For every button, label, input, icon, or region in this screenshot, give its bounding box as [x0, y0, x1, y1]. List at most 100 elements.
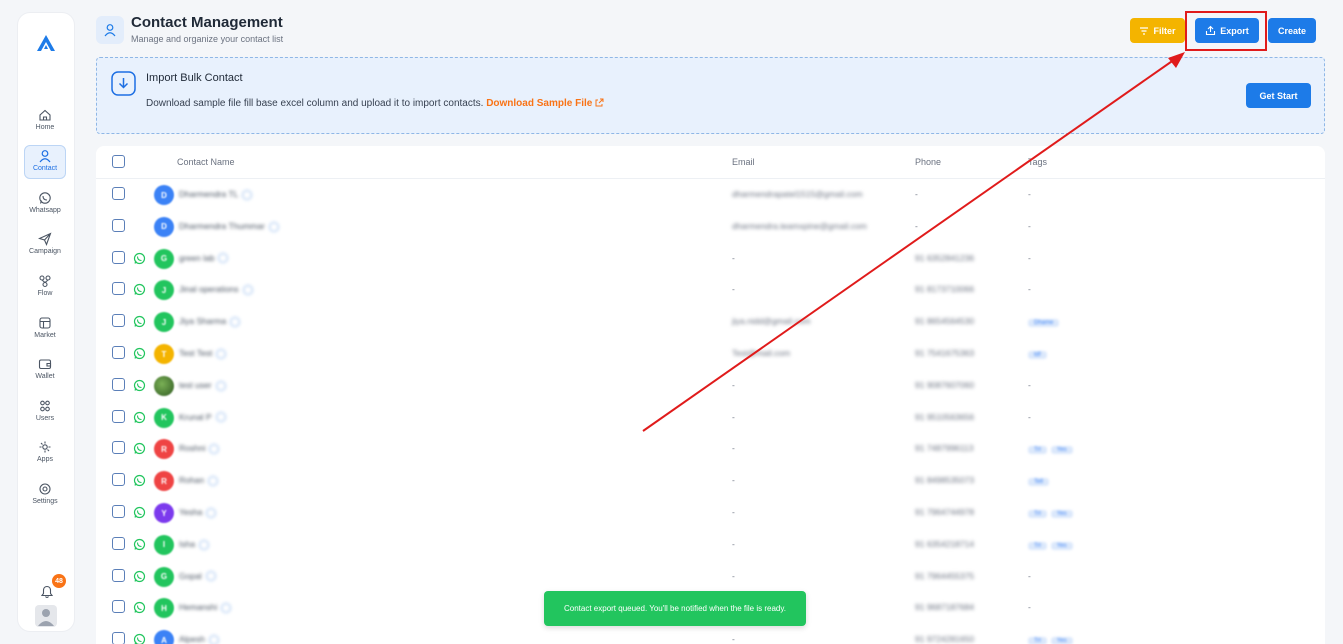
wallet-icon — [38, 359, 52, 370]
table-row[interactable]: D Dharmendra TL dharmendrapatel1515@gmail.… — [96, 179, 1325, 211]
contact-avatar — [154, 375, 174, 396]
contact-name[interactable]: green lab — [179, 253, 229, 264]
row-checkbox[interactable] — [112, 409, 125, 423]
contact-tags: - — [1028, 379, 1031, 390]
column-header-name: Contact Name — [177, 157, 235, 167]
table-row[interactable]: G Gopal - 91 7964455375 - — [96, 561, 1325, 593]
contact-name-text: Rohan — [179, 475, 205, 486]
contact-name[interactable]: Test Test — [179, 348, 227, 359]
row-checkbox[interactable] — [112, 314, 125, 328]
table-row[interactable]: J Jiya Sharma jiya.nidd@gmail.com 91 865456… — [96, 306, 1325, 338]
verified-icon — [268, 221, 279, 232]
verified-icon — [218, 253, 229, 264]
row-checkbox[interactable] — [112, 441, 125, 455]
column-header-email: Email — [732, 157, 755, 167]
contact-tags: Trl Yes — [1028, 539, 1077, 550]
table-row[interactable]: K Krunal P - 91 9510563656 - — [96, 402, 1325, 434]
contact-name-text: Test Test — [179, 348, 213, 358]
row-checkbox[interactable] — [112, 505, 125, 518]
notification-bell-icon[interactable] — [40, 585, 54, 599]
contact-name[interactable]: Gopal — [179, 571, 216, 582]
import-title: Import Bulk Contact — [146, 72, 243, 84]
contact-tags: - — [1028, 284, 1031, 295]
row-checkbox[interactable] — [112, 218, 125, 232]
row-checkbox[interactable] — [112, 568, 125, 582]
sidebar-item-contact[interactable]: Contact — [24, 145, 66, 179]
row-checkbox[interactable] — [112, 632, 125, 644]
contact-phone: 91 9724281650 — [915, 634, 975, 644]
table-row[interactable]: R Roshni - 91 7487996113 Trl Yes — [96, 433, 1325, 465]
sidebar-item-market[interactable]: Market — [24, 313, 66, 347]
create-button[interactable]: Create — [1268, 18, 1316, 43]
app-logo-icon[interactable] — [37, 35, 55, 51]
contact-tags: Trl Yes — [1028, 634, 1077, 644]
users-icon — [40, 400, 50, 412]
table-row[interactable]: test user - 91 9087607060 - — [96, 370, 1325, 402]
contact-header-icon — [96, 16, 124, 44]
whatsapp-icon — [133, 602, 146, 614]
sidebar-item-wallet[interactable]: Wallet — [24, 354, 66, 388]
verified-icon — [215, 412, 226, 423]
export-highlight-box — [1185, 11, 1267, 51]
row-checkbox[interactable] — [112, 282, 125, 296]
row-checkbox[interactable] — [112, 377, 125, 391]
row-checkbox[interactable] — [112, 536, 125, 550]
table-row[interactable]: J Jinal operations - 91 8173710066 - — [96, 274, 1325, 306]
contact-phone: 91 7964744978 — [915, 507, 975, 517]
page-title: Contact Management — [131, 14, 283, 31]
table-row[interactable]: Y Yesha - 91 7964744978 Trl Yes — [96, 497, 1325, 529]
sidebar-item-flow[interactable]: Flow — [24, 271, 66, 305]
table-row[interactable]: D Dharmendra Thummar dharmendra.teamxpine@… — [96, 211, 1325, 243]
contact-phone: 91 6354218714 — [915, 538, 975, 549]
whatsapp-icon — [133, 411, 146, 423]
contact-avatar: D — [154, 216, 174, 237]
contact-name[interactable]: Dharmendra TL — [179, 189, 253, 200]
table-row[interactable]: Ggreen lab - 91 6352841236 - — [96, 243, 1325, 275]
contact-phone: 91 8654564530 — [915, 316, 975, 327]
contact-name[interactable]: Alpesh — [179, 634, 219, 644]
export-toast: Contact export queued. You'll be notifie… — [544, 591, 806, 626]
contact-name[interactable]: Dharmendra Thummar — [179, 221, 279, 232]
table-row[interactable]: R Rohan - 91 8498535073 Tell — [96, 465, 1325, 497]
sidebar-item-settings[interactable]: Settings — [24, 479, 66, 513]
download-sample-link[interactable]: Download Sample File — [486, 98, 604, 109]
row-checkbox[interactable] — [112, 600, 125, 614]
get-start-button[interactable]: Get Start — [1246, 83, 1311, 108]
row-checkbox[interactable] — [112, 346, 125, 359]
whatsapp-icon — [133, 506, 146, 519]
contact-name[interactable]: Rohan — [179, 475, 219, 486]
sidebar-item-users[interactable]: Users — [24, 396, 66, 430]
contact-phone: 91 7541675363 — [915, 348, 975, 358]
row-checkbox[interactable] — [112, 473, 125, 487]
contact-name[interactable]: Krunal P — [179, 412, 226, 423]
select-all-checkbox[interactable] — [112, 155, 125, 168]
table-row[interactable]: A Alpesh - 91 9724281650 Trl Yes — [96, 624, 1325, 644]
sidebar-item-campaign[interactable]: Campaign — [24, 229, 66, 263]
row-checkbox[interactable] — [112, 250, 125, 264]
contact-tags: tdf — [1028, 348, 1051, 359]
contact-tags: Tell — [1028, 475, 1053, 487]
contact-name[interactable]: Roshni — [179, 443, 220, 455]
table-row[interactable]: I Isha - 91 6354218714 Trl Yes — [96, 529, 1325, 561]
user-avatar[interactable] — [35, 605, 57, 627]
sidebar-item-home[interactable]: Home — [24, 105, 66, 139]
contact-name[interactable]: Jinal operations — [179, 284, 253, 296]
table-row[interactable]: T Test Test Test@mail.com 91 7541675363 tdf — [96, 338, 1325, 370]
sidebar-item-label: Campaign — [29, 248, 61, 255]
sidebar-item-label: Flow — [37, 290, 53, 297]
tag-badge: Yes — [1050, 541, 1073, 550]
contact-name[interactable]: Isha — [179, 539, 210, 550]
sidebar-item-apps[interactable]: Apps — [24, 437, 66, 471]
filter-icon — [1140, 26, 1149, 35]
row-checkbox[interactable] — [112, 187, 125, 200]
sidebar-item-whatsapp[interactable]: Whatsapp — [24, 188, 66, 222]
filter-button[interactable]: Filter — [1130, 18, 1185, 43]
contact-name[interactable]: Hemanshi — [179, 602, 232, 614]
contact-name[interactable]: Jiya Sharma — [179, 316, 241, 327]
contact-name[interactable]: Yesha — [179, 507, 217, 518]
whatsapp-icon — [133, 443, 146, 455]
whatsapp-icon — [133, 570, 146, 582]
contact-name[interactable]: test user — [179, 380, 226, 391]
contact-email: - — [732, 411, 735, 422]
whatsapp-icon — [133, 252, 146, 264]
